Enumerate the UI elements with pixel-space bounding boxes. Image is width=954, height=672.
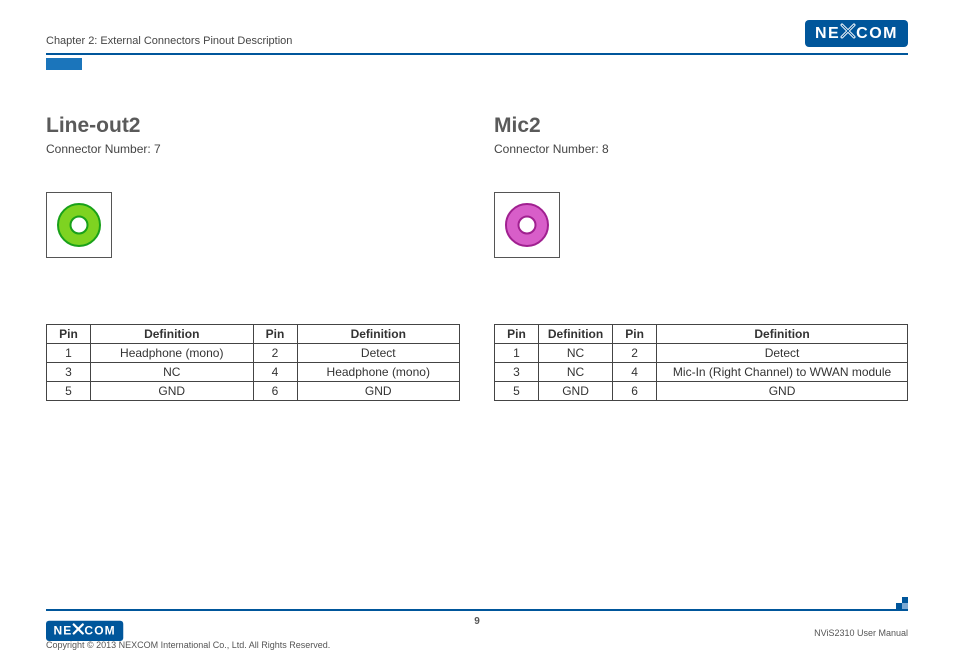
cell-def: Detect [297,344,460,363]
page-number: 9 [474,616,480,627]
cell-pin: 2 [613,344,657,363]
cell-def: NC [91,363,254,382]
cell-pin: 3 [495,363,539,382]
jack-diagram-wrap [46,192,460,258]
table-row: 1 Headphone (mono) 2 Detect [47,344,460,363]
brand-logo: NE COM [805,20,908,47]
brand-text-ne: NE [815,25,840,43]
connector-number: Connector Number: 7 [46,142,460,156]
table-row: 3 NC 4 Headphone (mono) [47,363,460,382]
cell-def: NC [539,344,613,363]
header-tab-block [46,58,82,70]
mic2-section: Mic2 Connector Number: 8 Pin Definition … [494,114,908,401]
line-out-jack-icon [46,192,112,258]
header-rule [46,53,908,55]
section-title: Line-out2 [46,114,460,138]
cell-pin: 1 [47,344,91,363]
cell-def: Detect [657,344,908,363]
main-content: Line-out2 Connector Number: 7 Pin Defini… [46,114,908,401]
cell-pin: 6 [613,382,657,401]
brand-text-ne: NE [54,624,73,638]
cell-pin: 6 [253,382,297,401]
jack-diagram-wrap [494,192,908,258]
table-row: 3 NC 4 Mic-In (Right Channel) to WWAN mo… [495,363,908,382]
line-out2-pinout-table: Pin Definition Pin Definition 1 Headphon… [46,324,460,401]
cell-pin: 5 [47,382,91,401]
page-footer: NE COM Copyright © 2013 NEXCOM Internati… [46,609,908,650]
cell-def: GND [297,382,460,401]
connector-number: Connector Number: 8 [494,142,908,156]
cell-pin: 2 [253,344,297,363]
cell-def: Headphone (mono) [91,344,254,363]
brand-text-com: COM [84,624,115,638]
th-def: Definition [297,325,460,344]
cell-pin: 4 [613,363,657,382]
chapter-title: Chapter 2: External Connectors Pinout De… [46,35,292,47]
brand-logo-pill: NE COM [805,20,908,47]
line-out2-section: Line-out2 Connector Number: 7 Pin Defini… [46,114,460,401]
th-pin: Pin [47,325,91,344]
th-pin: Pin [495,325,539,344]
th-def: Definition [657,325,908,344]
cell-def: NC [539,363,613,382]
th-def: Definition [539,325,613,344]
cell-pin: 1 [495,344,539,363]
th-pin: Pin [253,325,297,344]
mic2-pinout-table: Pin Definition Pin Definition 1 NC 2 Det… [494,324,908,401]
cell-pin: 5 [495,382,539,401]
copyright-text: Copyright © 2013 NEXCOM International Co… [46,640,330,650]
manual-name: NViS2310 User Manual [814,628,908,638]
footer-rule [46,609,908,611]
table-row: 5 GND 6 GND [47,382,460,401]
brand-x-icon [840,23,856,44]
cell-pin: 3 [47,363,91,382]
table-row: 5 GND 6 GND [495,382,908,401]
cell-def: Headphone (mono) [297,363,460,382]
section-title: Mic2 [494,114,908,138]
footer-brand-logo: NE COM [46,621,259,641]
cell-def: GND [539,382,613,401]
th-def: Definition [91,325,254,344]
brand-x-icon [72,623,84,639]
cell-def: GND [91,382,254,401]
mic-jack-icon [494,192,560,258]
cell-pin: 4 [253,363,297,382]
table-row: 1 NC 2 Detect [495,344,908,363]
th-pin: Pin [613,325,657,344]
brand-text-com: COM [856,25,898,43]
footer-corner-icon [896,597,908,609]
cell-def: Mic-In (Right Channel) to WWAN module [657,363,908,382]
cell-def: GND [657,382,908,401]
